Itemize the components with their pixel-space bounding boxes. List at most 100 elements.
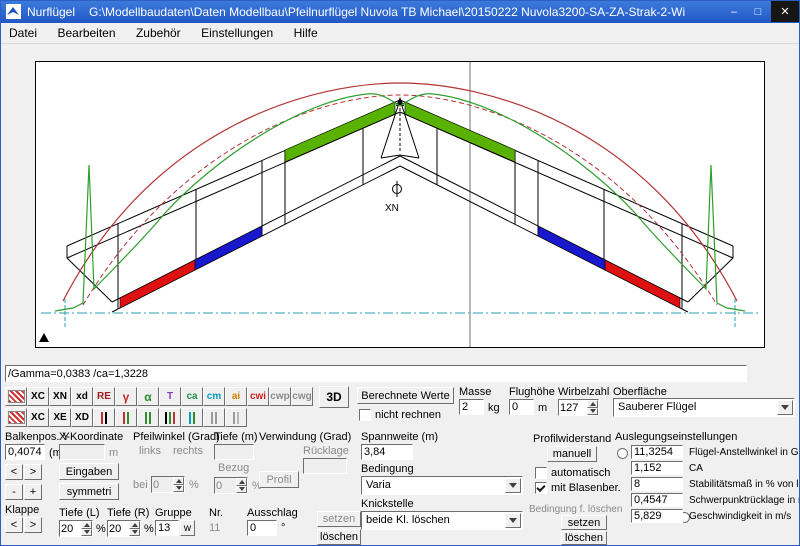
cwp-plot-button[interactable]: cwp [269,387,291,406]
pfeilwinkel-unit: % [189,479,199,491]
pfeilwinkel-bei-label: bei [133,479,148,491]
combo-arrow-icon[interactable] [505,513,521,528]
pfeilwinkel-label: Pfeilwinkel (Grad) [133,431,220,443]
knickstelle-select[interactable]: beide Kl. löschen [361,511,523,530]
balken-prev-button[interactable]: < [5,464,23,480]
spin-up-icon[interactable] [587,400,598,408]
balken-minus-button[interactable]: - [5,484,23,500]
gruppe-input[interactable] [155,520,179,536]
berechnete-werte-button[interactable]: Berechnete Werte [357,387,454,404]
nicht-rechnen-checkbox[interactable]: nicht rechnen [359,409,441,421]
bedingung-select[interactable]: Varia [361,476,523,495]
knick-setzen-button[interactable]: setzen [561,515,607,530]
spin-down-icon[interactable] [587,408,598,416]
tiefe-r-spinner[interactable] [107,520,141,537]
klappe-loeschen-button[interactable]: löschen [317,529,361,545]
spin-up-icon [236,478,247,486]
spin-down-icon[interactable] [129,529,140,537]
manuell-button[interactable]: manuell [547,446,597,462]
flap-view-button-7[interactable] [225,408,247,427]
menu-zubehoer[interactable]: Zubehör [128,23,189,43]
pfeilwinkel-input [152,477,173,492]
flughoehe-input[interactable] [509,399,534,415]
masse-input[interactable] [459,399,484,415]
reynolds-button[interactable]: RE [93,387,115,406]
hatch-pattern-button[interactable] [5,387,27,406]
flap-view-button-6[interactable] [203,408,225,427]
tiefe-l-input[interactable] [60,521,81,536]
ruecklage-input [303,458,347,474]
combo-arrow-icon[interactable] [505,478,521,493]
auslegung-value-0[interactable] [631,445,683,459]
spannweite-input[interactable] [361,444,413,460]
bedingung-loeschen-label: Bedingung f. löschen [529,504,622,515]
cwg-plot-button[interactable]: cwg [291,387,313,406]
minimize-button[interactable]: – [722,1,746,22]
tiefe-r-input[interactable] [108,521,129,536]
menu-einstellungen[interactable]: Einstellungen [193,23,281,43]
hatch-pattern-button-2[interactable] [5,408,27,427]
cwi-plot-button[interactable]: cwi [247,387,269,406]
balken-next-button[interactable]: > [24,464,42,480]
flap-view-button-2[interactable] [115,408,137,427]
mit-blasenber-checkbox[interactable]: mit Blasenber. [535,482,621,494]
tiefe-r-label: Tiefe (R) [107,507,149,519]
auslegung-radio-0[interactable] [617,448,628,459]
cm-plot-button[interactable]: cm [203,387,225,406]
xc-button-2[interactable]: XC [27,408,49,427]
auslegung-value-1[interactable] [631,461,683,475]
auslegung-value-2[interactable] [631,477,683,491]
ai-plot-button[interactable]: ai [225,387,247,406]
eingaben-button[interactable]: Eingaben [59,463,119,480]
auslegung-value-3[interactable] [631,493,683,507]
symmetri-button[interactable]: symmetri [59,483,119,500]
xe-button[interactable]: XE [49,408,71,427]
xc-button[interactable]: XC [27,387,49,406]
flap-view-button-1[interactable] [93,408,115,427]
xd-button[interactable]: xd [71,387,93,406]
combo-arrow-icon[interactable] [777,400,793,415]
balkenpos-input[interactable] [5,444,45,460]
alpha-plot-icon[interactable]: α [137,387,159,406]
spin-up-icon[interactable] [129,521,140,529]
tiefe-l-spinner[interactable] [59,520,93,537]
spin-down-icon [236,486,247,494]
xn-button[interactable]: XN [49,387,71,406]
automatisch-checkbox[interactable]: automatisch [535,467,610,479]
klappe-next-button[interactable]: > [24,517,42,533]
pfeilwinkel-spinner [151,476,185,493]
view-3d-button[interactable]: 3D [319,386,349,408]
gamma-ca-input[interactable] [5,365,747,382]
klappe-prev-button[interactable]: < [5,517,23,533]
maximize-button[interactable]: □ [746,1,770,22]
profil-button[interactable]: Profil [259,471,299,488]
spin-down-icon[interactable] [81,529,92,537]
wing-canvas[interactable]: XN [35,61,765,348]
spin-up-icon[interactable] [81,521,92,529]
close-button[interactable]: ✕ [771,1,799,22]
bedingung-value: Varia [366,479,391,491]
ca-plot-button[interactable]: ca [181,387,203,406]
auslegung-value-4[interactable] [631,509,683,523]
verwindung-label: Verwindung (Grad) [259,431,351,443]
flap-view-button-3[interactable] [137,408,159,427]
menu-hilfe[interactable]: Hilfe [286,23,326,43]
gruppe-w-button[interactable]: w [180,520,195,536]
balken-plus-button[interactable]: + [24,484,42,500]
flap-view-button-5[interactable] [181,408,203,427]
knick-loeschen-button[interactable]: löschen [561,531,607,545]
menu-bearbeiten[interactable]: Bearbeiten [49,23,123,43]
ausschlag-input[interactable] [247,520,277,536]
wirbelzahl-input[interactable] [559,400,587,415]
gamma-plot-icon[interactable]: γ [115,387,137,406]
masse-label: Masse [459,386,491,398]
menu-datei[interactable]: Datei [1,23,45,43]
flap-view-button-4[interactable] [159,408,181,427]
t-plot-icon[interactable]: T [159,387,181,406]
bezug-label: Bezug [218,462,249,474]
oberflaeche-select[interactable]: Sauberer Flügel [613,398,795,417]
wirbelzahl-spinner[interactable] [558,399,599,416]
klappe-setzen-button[interactable]: setzen [317,511,361,527]
flap-bars-icon [189,412,195,424]
xd-caps-button[interactable]: XD [71,408,93,427]
